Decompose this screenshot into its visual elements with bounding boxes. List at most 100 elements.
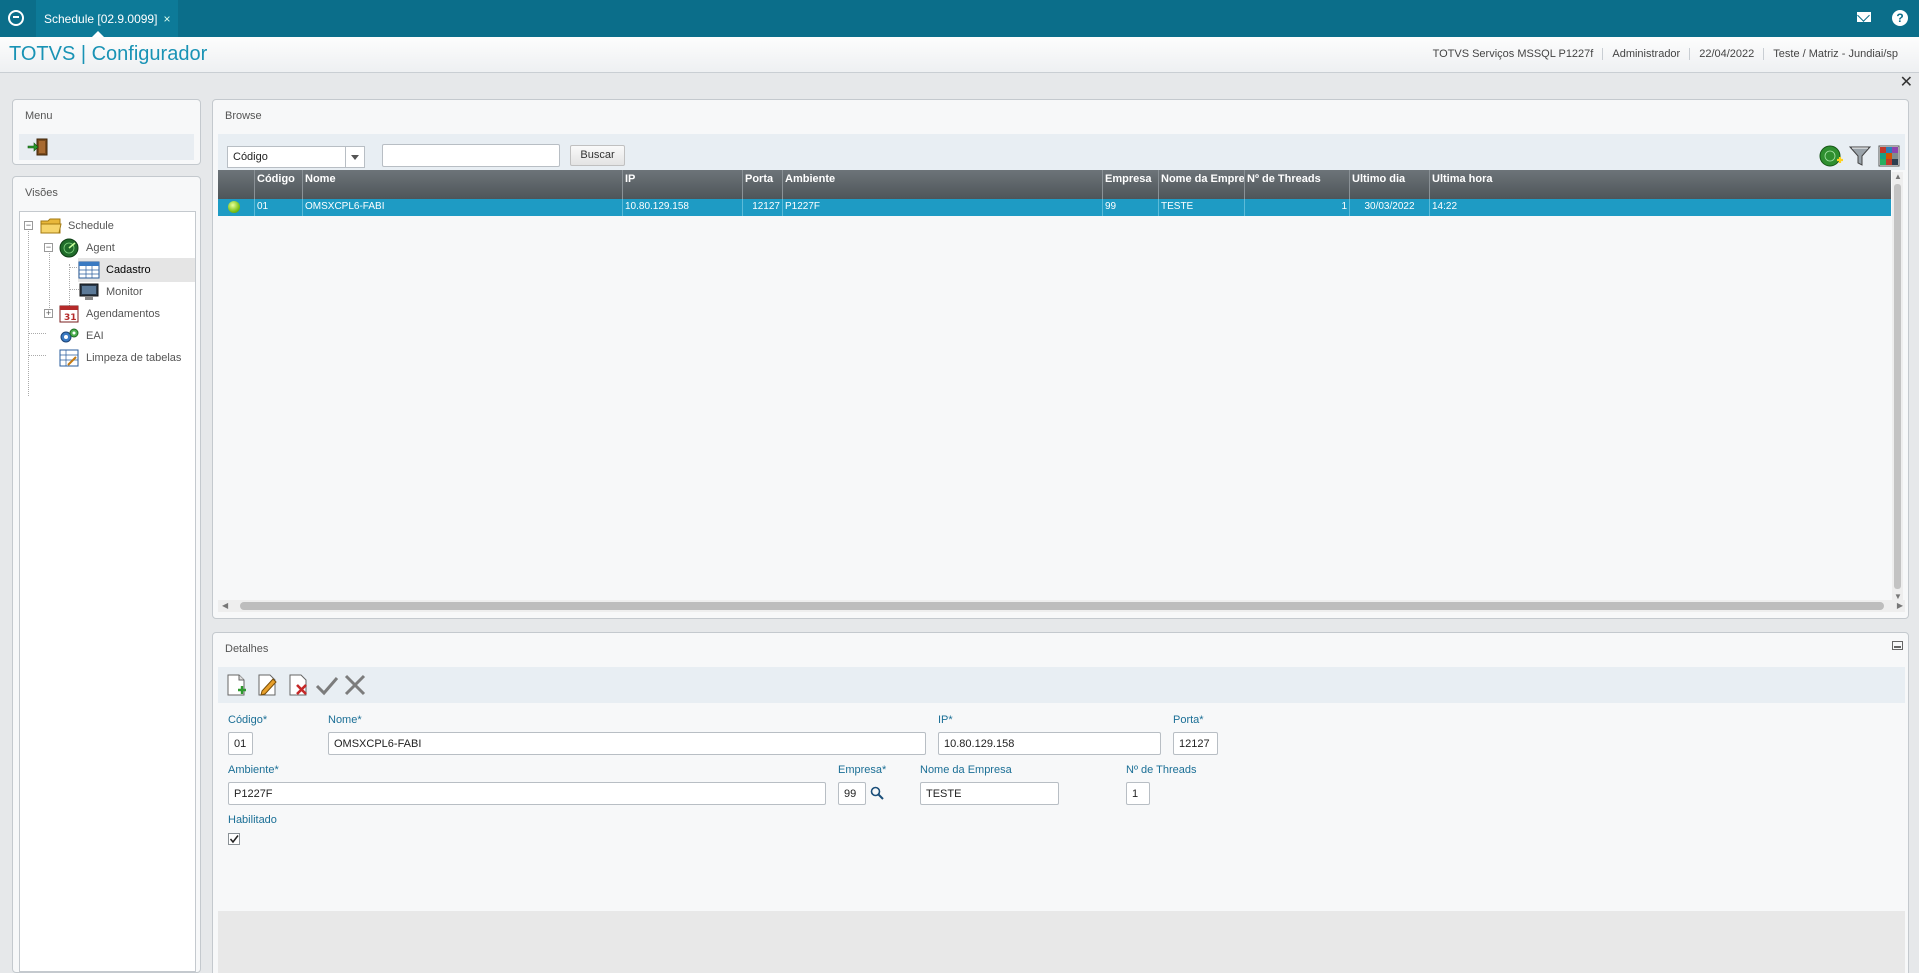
menu-title: Menu — [25, 110, 53, 122]
col-ultimo-dia[interactable]: Ultimo dia — [1349, 170, 1429, 199]
columns-config-icon[interactable] — [1877, 144, 1901, 168]
label-nome: Nome* — [328, 714, 362, 726]
browse-grid: Código Nome IP Porta Ambiente Empresa No… — [218, 170, 1891, 601]
tab-close-icon[interactable]: × — [163, 12, 170, 26]
table-row[interactable]: 01 OMSXCPL6-FABI 10.80.129.158 12127 P12… — [218, 199, 1891, 216]
vertical-scrollbar[interactable]: ▲ ▼ — [1892, 172, 1903, 601]
cancel-icon[interactable] — [343, 673, 367, 697]
cell-ultimo-dia: 30/03/2022 — [1349, 199, 1429, 216]
horizontal-scrollbar[interactable]: ◀ ▶ — [218, 600, 1905, 612]
cell-codigo: 01 — [254, 199, 302, 216]
col-codigo[interactable]: Código — [254, 170, 302, 199]
agent-expander[interactable]: − — [44, 243, 53, 252]
porta-field[interactable]: 12127 — [1173, 732, 1218, 755]
mail-icon[interactable] — [1857, 12, 1871, 22]
cell-threads: 1 — [1244, 199, 1349, 216]
label-porta: Porta* — [1173, 714, 1204, 726]
cell-nome-empresa: TESTE — [1158, 199, 1244, 216]
agendamentos-expander[interactable]: + — [44, 309, 53, 318]
ambiente-field[interactable]: P1227F — [228, 782, 826, 805]
threads-field[interactable]: 1 — [1126, 782, 1150, 805]
folder-icon — [40, 218, 62, 234]
add-record-icon[interactable] — [1819, 144, 1843, 168]
calendar-icon: 31 — [59, 305, 79, 323]
menu-content — [19, 134, 194, 160]
tab-schedule[interactable]: Schedule [02.9.0099] × — [36, 0, 179, 37]
col-threads[interactable]: Nº de Threads — [1244, 170, 1349, 199]
label-empresa: Empresa* — [838, 764, 887, 776]
new-record-icon[interactable] — [224, 673, 248, 697]
chevron-down-icon[interactable] — [345, 147, 364, 167]
scroll-right-icon[interactable]: ▶ — [1897, 601, 1903, 610]
col-nome-empresa[interactable]: Nome da Empresa — [1158, 170, 1244, 199]
delete-record-icon[interactable] — [286, 673, 310, 697]
session-info: TOTVS Serviços MSSQL P1227f Administrado… — [1424, 48, 1907, 60]
views-panel: Visões − Schedule − Agent Cadastro Monit… — [12, 176, 201, 973]
details-title: Detalhes — [225, 643, 269, 655]
vertical-scroll-thumb[interactable] — [1894, 184, 1901, 589]
minimize-icon[interactable] — [1892, 641, 1903, 650]
label-ip: IP* — [938, 714, 953, 726]
tree-item-schedule[interactable]: Schedule — [40, 214, 114, 238]
col-ambiente[interactable]: Ambiente — [782, 170, 1102, 199]
app-title: TOTVS | Configurador — [9, 43, 208, 65]
tree-label-limpeza: Limpeza de tabelas — [86, 352, 182, 364]
scroll-up-icon[interactable]: ▲ — [1894, 172, 1902, 181]
col-porta[interactable]: Porta — [742, 170, 782, 199]
date-info: 22/04/2022 — [1689, 48, 1763, 60]
col-ultima-hora[interactable]: Ultima hora — [1429, 170, 1891, 199]
details-footer — [218, 911, 1905, 973]
help-icon[interactable]: ? — [1892, 10, 1908, 26]
edit-record-icon[interactable] — [255, 673, 279, 697]
clean-tables-icon — [59, 349, 79, 367]
cell-ambiente: P1227F — [782, 199, 1102, 216]
tree-item-cadastro[interactable]: Cadastro — [78, 258, 195, 282]
search-field-select[interactable]: Código — [227, 146, 365, 168]
search-button[interactable]: Buscar — [570, 145, 625, 166]
top-bar: Schedule [02.9.0099] × ? — [0, 0, 1919, 37]
scroll-left-icon[interactable]: ◀ — [222, 601, 228, 610]
browse-title: Browse — [225, 110, 262, 122]
schedule-expander[interactable]: − — [24, 221, 33, 230]
svg-text:31: 31 — [64, 313, 77, 323]
ip-field[interactable]: 10.80.129.158 — [938, 732, 1161, 755]
col-nome[interactable]: Nome — [302, 170, 622, 199]
col-ip[interactable]: IP — [622, 170, 742, 199]
tree-item-eai[interactable]: EAI — [58, 324, 104, 348]
horizontal-scroll-thumb[interactable] — [240, 602, 1884, 610]
col-empresa[interactable]: Empresa — [1102, 170, 1158, 199]
menu-panel: Menu — [12, 99, 201, 165]
nome-field[interactable]: OMSXCPL6-FABI — [328, 732, 926, 755]
views-title: Visões — [25, 187, 58, 199]
views-tree: − Schedule − Agent Cadastro Monitor + 31… — [19, 211, 196, 972]
exit-icon[interactable] — [27, 138, 49, 156]
nome-empresa-field[interactable]: TESTE — [920, 782, 1059, 805]
label-nome-empresa: Nome da Empresa — [920, 764, 1012, 776]
search-input[interactable] — [382, 144, 560, 167]
lookup-search-icon[interactable] — [870, 786, 884, 800]
details-toolbar — [218, 667, 1905, 703]
browse-panel: Browse Código Buscar Código Nome IP Port… — [212, 99, 1909, 619]
server-info: TOTVS Serviços MSSQL P1227f — [1432, 48, 1594, 60]
cell-porta: 12127 — [742, 199, 782, 216]
habilitado-checkbox[interactable] — [228, 833, 240, 845]
user-info: Administrador — [1602, 48, 1689, 60]
confirm-icon[interactable] — [315, 673, 339, 697]
tree-label-eai: EAI — [86, 330, 104, 342]
monitor-icon — [79, 283, 99, 300]
tree-label-schedule: Schedule — [68, 220, 114, 232]
tree-item-monitor[interactable]: Monitor — [78, 280, 143, 304]
label-ambiente: Ambiente* — [228, 764, 279, 776]
label-threads: Nº de Threads — [1126, 764, 1197, 776]
codigo-field[interactable]: 01 — [228, 732, 253, 755]
tree-item-agendamentos[interactable]: 31 Agendamentos — [58, 302, 160, 326]
close-icon[interactable]: ✕ — [1900, 72, 1913, 92]
filter-icon[interactable] — [1848, 144, 1872, 168]
tree-item-limpeza[interactable]: Limpeza de tabelas — [58, 346, 181, 370]
col-status — [218, 170, 254, 199]
empresa-field[interactable]: 99 — [838, 782, 866, 805]
totvs-logo-icon[interactable] — [8, 10, 24, 26]
tree-item-agent[interactable]: Agent — [58, 236, 115, 260]
cell-empresa: 99 — [1102, 199, 1158, 216]
tree-label-cadastro: Cadastro — [106, 264, 151, 276]
